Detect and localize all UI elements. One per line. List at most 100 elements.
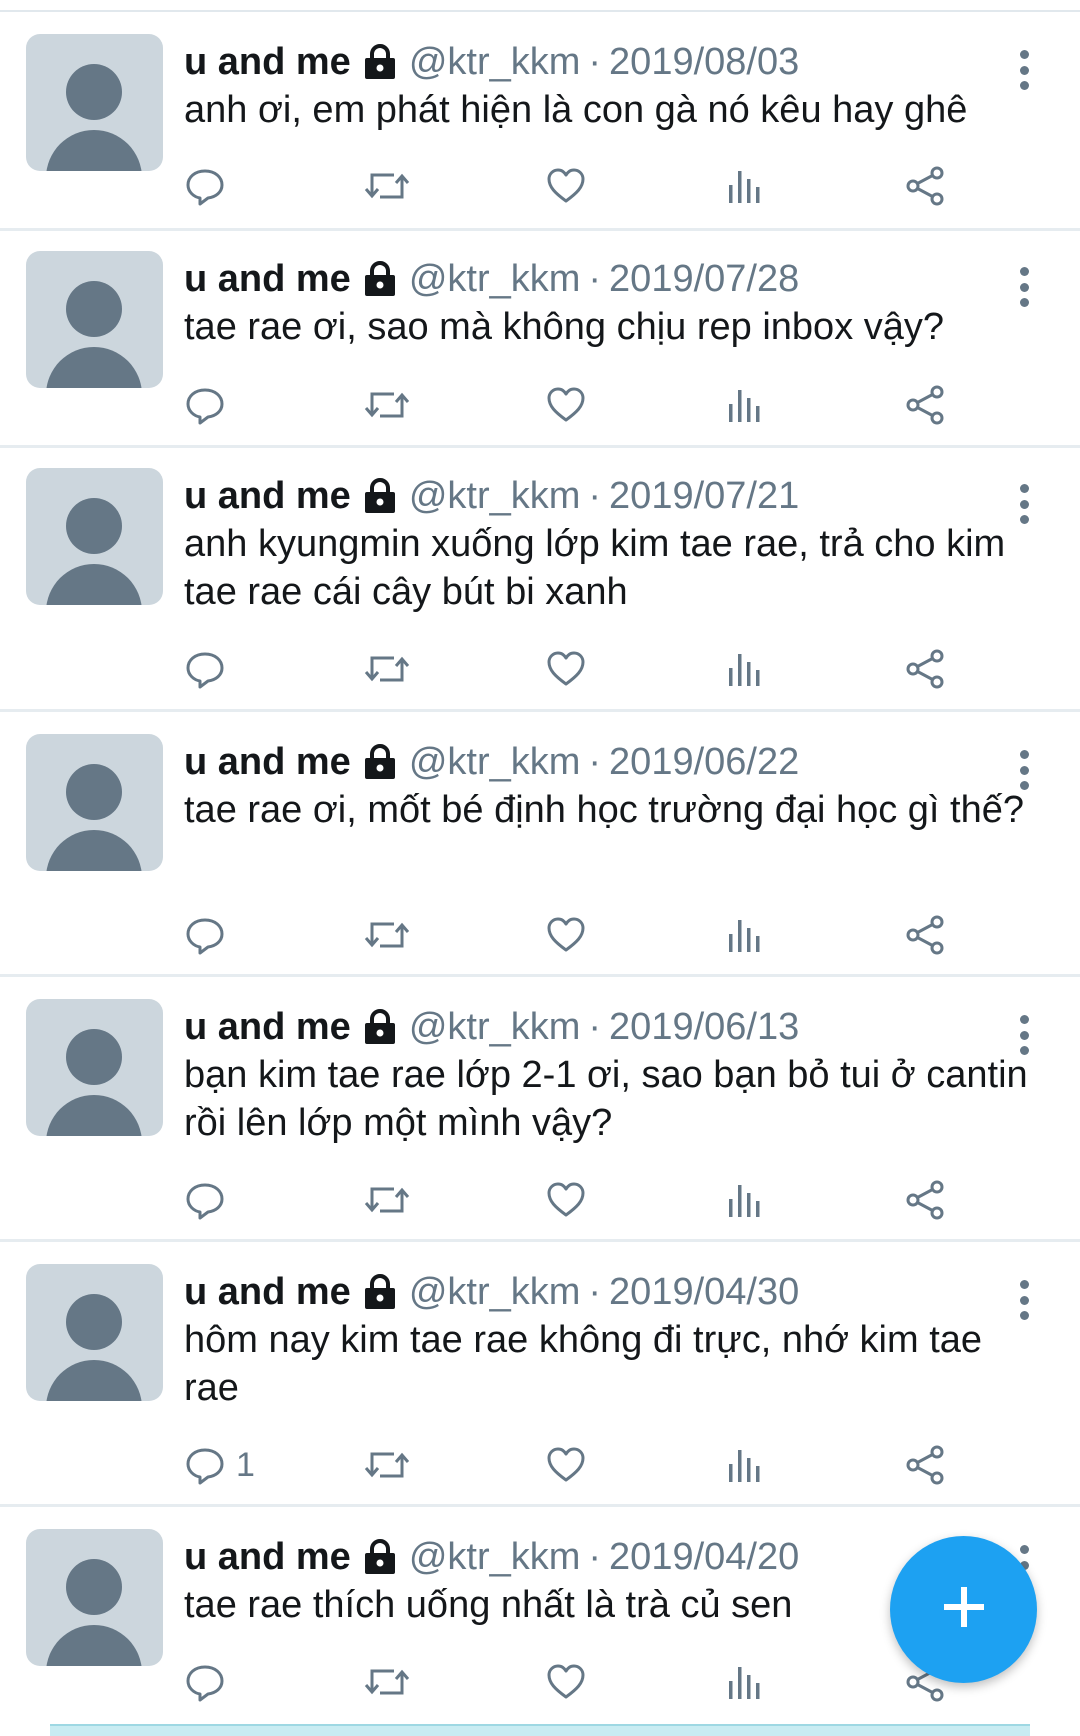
share-icon: [904, 384, 946, 426]
share-icon: [904, 1444, 946, 1486]
tweet-date[interactable]: 2019/08/03: [609, 41, 799, 84]
author-name[interactable]: u and me: [184, 258, 351, 301]
retweet-button[interactable]: [364, 380, 410, 430]
author-handle[interactable]: @ktr_kkm: [409, 258, 581, 301]
heart-icon: [545, 384, 587, 426]
tweet[interactable]: u and me @ktr_kkm · 2019/07/28 tae rae ơ…: [0, 231, 1080, 448]
author-name[interactable]: u and me: [184, 741, 351, 784]
author-name[interactable]: u and me: [184, 1536, 351, 1579]
tweet-header: u and me @ktr_kkm · 2019/04/20: [184, 1533, 799, 1581]
like-button[interactable]: [545, 1175, 587, 1225]
share-button[interactable]: [904, 380, 946, 430]
author-handle[interactable]: @ktr_kkm: [409, 475, 581, 518]
more-vertical-icon[interactable]: [1012, 1280, 1036, 1320]
tweet-date[interactable]: 2019/04/20: [609, 1536, 799, 1579]
retweet-button[interactable]: [364, 1657, 410, 1707]
reply-icon: [184, 384, 226, 426]
analytics-button[interactable]: [725, 910, 765, 960]
heart-icon: [545, 1179, 587, 1221]
more-vertical-icon[interactable]: [1012, 750, 1036, 790]
avatar[interactable]: [26, 34, 163, 171]
author-handle[interactable]: @ktr_kkm: [409, 741, 581, 784]
reply-button[interactable]: [184, 910, 236, 960]
retweet-button[interactable]: [364, 1175, 410, 1225]
separator: ·: [588, 1005, 602, 1048]
retweet-button[interactable]: [364, 161, 410, 211]
retweet-icon: [364, 914, 410, 956]
tweet[interactable]: u and me @ktr_kkm · 2019/08/03 anh ơi, e…: [0, 12, 1080, 231]
like-button[interactable]: [545, 644, 587, 694]
retweet-button[interactable]: [364, 644, 410, 694]
analytics-button[interactable]: [725, 1657, 765, 1707]
retweet-icon: [364, 1179, 410, 1221]
lock-icon: [361, 477, 399, 515]
reply-button[interactable]: [184, 1175, 236, 1225]
analytics-button[interactable]: [725, 644, 765, 694]
reply-icon: [184, 1661, 226, 1703]
analytics-icon: [725, 648, 765, 690]
reply-button[interactable]: [184, 644, 236, 694]
reply-button[interactable]: 1: [184, 1440, 255, 1490]
analytics-button[interactable]: [725, 1440, 765, 1490]
author-name[interactable]: u and me: [184, 475, 351, 518]
share-button[interactable]: [904, 161, 946, 211]
like-button[interactable]: [545, 1657, 587, 1707]
share-button[interactable]: [904, 644, 946, 694]
author-handle[interactable]: @ktr_kkm: [409, 41, 581, 84]
tweet[interactable]: u and me @ktr_kkm · 2019/06/22 tae rae ơ…: [0, 712, 1080, 977]
compose-button[interactable]: [890, 1536, 1037, 1683]
tweet-date[interactable]: 2019/06/22: [609, 741, 799, 784]
tweet-text: tae rae ơi, mốt bé định học trường đại h…: [184, 789, 1024, 831]
like-button[interactable]: [545, 910, 587, 960]
avatar[interactable]: [26, 468, 163, 605]
tweet-date[interactable]: 2019/07/21: [609, 475, 799, 518]
analytics-icon: [725, 914, 765, 956]
retweet-icon: [364, 1444, 410, 1486]
separator: ·: [588, 474, 602, 517]
tweet-header: u and me @ktr_kkm · 2019/04/30: [184, 1268, 799, 1316]
analytics-button[interactable]: [725, 161, 765, 211]
analytics-button[interactable]: [725, 380, 765, 430]
tweet[interactable]: u and me @ktr_kkm · 2019/04/30 hôm nay k…: [0, 1242, 1080, 1507]
lock-icon: [361, 1538, 399, 1576]
avatar[interactable]: [26, 1529, 163, 1666]
reply-button[interactable]: [184, 161, 236, 211]
author-handle[interactable]: @ktr_kkm: [409, 1536, 581, 1579]
reply-icon: [184, 1179, 226, 1221]
like-button[interactable]: [545, 1440, 587, 1490]
tweet-actions: [0, 380, 1080, 430]
more-vertical-icon[interactable]: [1012, 484, 1036, 524]
avatar[interactable]: [26, 251, 163, 388]
more-vertical-icon[interactable]: [1012, 1015, 1036, 1055]
analytics-button[interactable]: [725, 1175, 765, 1225]
reply-button[interactable]: [184, 380, 236, 430]
tweet[interactable]: u and me @ktr_kkm · 2019/06/13 bạn kim t…: [0, 977, 1080, 1242]
share-button[interactable]: [904, 910, 946, 960]
retweet-button[interactable]: [364, 1440, 410, 1490]
tweet-date[interactable]: 2019/07/28: [609, 258, 799, 301]
reply-count: 1: [236, 1445, 255, 1484]
share-button[interactable]: [904, 1175, 946, 1225]
tweet-date[interactable]: 2019/04/30: [609, 1271, 799, 1314]
like-button[interactable]: [545, 161, 587, 211]
tweet-date[interactable]: 2019/06/13: [609, 1006, 799, 1049]
tweet-actions: [0, 910, 1080, 960]
heart-icon: [545, 1661, 587, 1703]
author-handle[interactable]: @ktr_kkm: [409, 1271, 581, 1314]
author-name[interactable]: u and me: [184, 1006, 351, 1049]
avatar[interactable]: [26, 734, 163, 871]
reply-button[interactable]: [184, 1657, 236, 1707]
like-button[interactable]: [545, 380, 587, 430]
reply-icon: [184, 1444, 226, 1486]
share-button[interactable]: [904, 1440, 946, 1490]
retweet-button[interactable]: [364, 910, 410, 960]
tweet[interactable]: u and me @ktr_kkm · 2019/07/21 anh kyung…: [0, 448, 1080, 712]
plus-icon: [942, 1585, 986, 1634]
author-name[interactable]: u and me: [184, 41, 351, 84]
avatar[interactable]: [26, 1264, 163, 1401]
more-vertical-icon[interactable]: [1012, 50, 1036, 90]
more-vertical-icon[interactable]: [1012, 267, 1036, 307]
author-handle[interactable]: @ktr_kkm: [409, 1006, 581, 1049]
avatar[interactable]: [26, 999, 163, 1136]
author-name[interactable]: u and me: [184, 1271, 351, 1314]
